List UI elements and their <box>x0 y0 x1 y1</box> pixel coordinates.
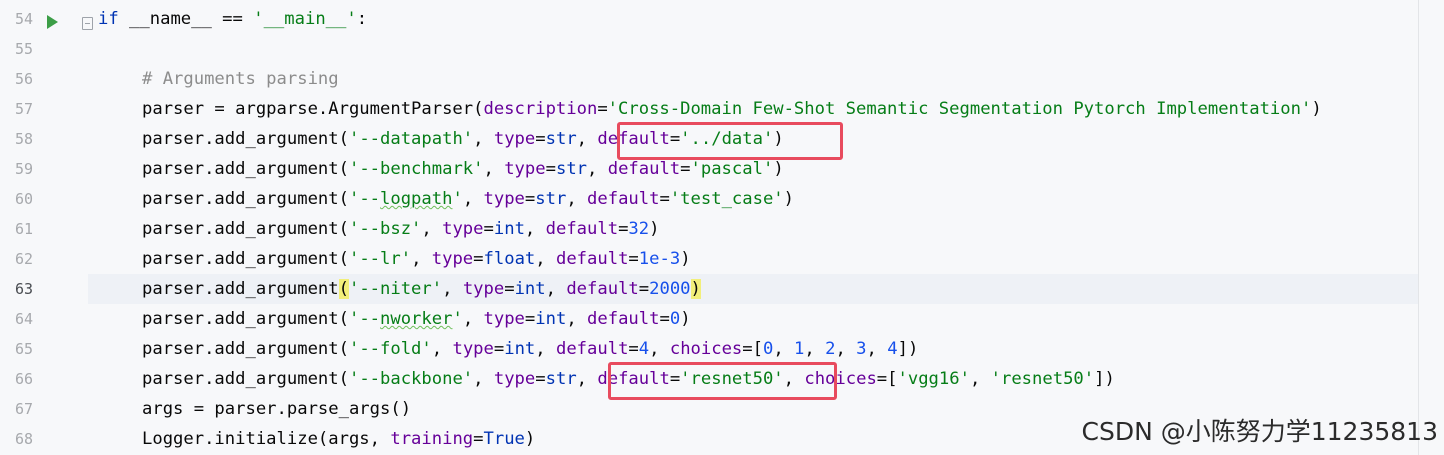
code-line-64[interactable]: 64 parser.add_argument('--nworker', type… <box>0 304 1444 334</box>
code-text: # Arguments parsing <box>142 69 339 89</box>
code-text: parser.add_argument('--bsz', type=int, d… <box>142 219 660 239</box>
code-line-56[interactable]: 56 # Arguments parsing <box>0 64 1444 94</box>
line-number: 55 <box>14 40 33 58</box>
code-line-63-current[interactable]: 63 parser.add_argument('--niter', type=i… <box>0 274 1444 304</box>
line-number: 67 <box>14 400 33 418</box>
run-triangle-icon[interactable] <box>47 15 58 29</box>
watermark: CSDN @小陈努力学11235813 <box>1081 417 1438 446</box>
line-number: 68 <box>14 430 33 448</box>
code-text: if __name__ == '__main__': <box>98 9 368 29</box>
code-line-55[interactable]: 55 <box>0 34 1444 64</box>
line-number: 57 <box>14 100 33 118</box>
line-number: 54 <box>14 10 33 28</box>
matched-brace: ( <box>338 279 349 299</box>
line-number: 64 <box>14 310 33 328</box>
line-number: 66 <box>14 370 33 388</box>
code-line-62[interactable]: 62 parser.add_argument('--lr', type=floa… <box>0 244 1444 274</box>
highlight-box-datapath-default <box>617 122 843 160</box>
highlight-box-backbone-default <box>608 362 837 400</box>
code-line-61[interactable]: 61 parser.add_argument('--bsz', type=int… <box>0 214 1444 244</box>
code-text: parser = argparse.ArgumentParser(descrip… <box>142 99 1322 119</box>
line-number: 58 <box>14 130 33 148</box>
line-number: 60 <box>14 190 33 208</box>
code-text: parser.add_argument('--logpath', type=st… <box>142 189 795 209</box>
line-number: 59 <box>14 160 33 178</box>
code-text: parser.add_argument('--lr', type=float, … <box>142 249 691 269</box>
code-editor[interactable]: 54 if __name__ == '__main__': 55 56 # Ar… <box>0 0 1444 455</box>
code-line-57[interactable]: 57 parser = argparse.ArgumentParser(desc… <box>0 94 1444 124</box>
matched-brace: ) <box>690 279 701 299</box>
line-number: 65 <box>14 340 33 358</box>
code-text: parser.add_argument('--nworker', type=in… <box>142 309 691 329</box>
code-text: parser.add_argument('--fold', type=int, … <box>142 339 919 359</box>
line-number: 63 <box>14 280 33 298</box>
code-text: parser.add_argument('--niter', type=int,… <box>142 279 701 299</box>
code-line-54[interactable]: 54 if __name__ == '__main__': <box>0 4 1444 34</box>
code-line-65[interactable]: 65 parser.add_argument('--fold', type=in… <box>0 334 1444 364</box>
line-number: 61 <box>14 220 33 238</box>
code-text: args = parser.parse_args() <box>142 399 412 419</box>
code-text: Logger.initialize(args, training=True) <box>142 429 536 449</box>
line-number: 56 <box>14 70 33 88</box>
line-number: 62 <box>14 250 33 268</box>
code-line-60[interactable]: 60 parser.add_argument('--logpath', type… <box>0 184 1444 214</box>
